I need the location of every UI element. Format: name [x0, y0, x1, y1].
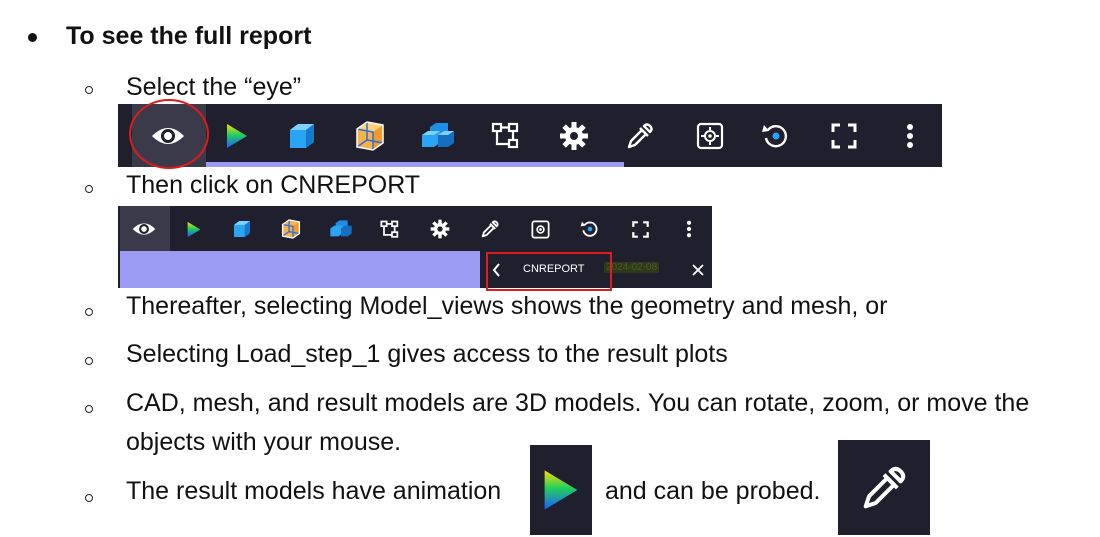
play-tile: [530, 445, 592, 535]
cube-wireframe-icon[interactable]: [278, 216, 304, 242]
instruction-model-views: Thereafter, selecting Model_views shows …: [126, 292, 888, 320]
eye-highlight-circle: [129, 99, 209, 169]
sub-bullet: [85, 405, 93, 413]
cnreport-highlight-box: [486, 252, 612, 291]
play-gradient-icon[interactable]: [184, 218, 204, 240]
tree-icon[interactable]: [378, 217, 402, 241]
instruction-probed: and can be probed.: [605, 477, 821, 505]
section-heading: To see the full report: [66, 22, 312, 50]
more-vert-icon[interactable]: [680, 217, 698, 241]
lavender-panel: [120, 251, 480, 288]
instruction-3d-models: CAD, mesh, and result models are 3D mode…: [126, 389, 1030, 417]
play-gradient-icon: [544, 470, 578, 510]
gear-icon[interactable]: [556, 118, 592, 154]
toolbar-screenshot-menu: CNREPORT 2024-02-08: [118, 206, 712, 288]
eyedropper-icon[interactable]: [478, 217, 502, 241]
instruction-click-cnreport: Then click on CNREPORT: [126, 171, 421, 199]
eyedropper-icon[interactable]: [622, 118, 658, 154]
sub-bullet: [85, 308, 93, 316]
sub-bullet: [85, 494, 93, 502]
cube-wireframe-icon[interactable]: [350, 116, 390, 156]
fit-view-icon[interactable]: [692, 118, 728, 154]
sub-bullet: [85, 185, 93, 193]
gear-icon[interactable]: [428, 217, 452, 241]
eye-icon[interactable]: [130, 218, 158, 240]
sub-bullet: [85, 86, 93, 94]
cube-solid-icon[interactable]: [230, 217, 254, 241]
instruction-animation: The result models have animation: [126, 477, 502, 505]
eyedropper-tile: [838, 440, 930, 535]
tree-icon[interactable]: [488, 120, 524, 152]
cube-solid-icon[interactable]: [284, 118, 320, 154]
more-vert-icon[interactable]: [896, 118, 924, 154]
instruction-load-step: Selecting Load_step_1 gives access to th…: [126, 340, 728, 368]
fullscreen-icon[interactable]: [826, 118, 862, 154]
reset-rotate-icon[interactable]: [758, 118, 794, 154]
instruction-3d-models-cont: objects with your mouse.: [126, 428, 402, 456]
cubes-stack-icon[interactable]: [418, 116, 458, 156]
fullscreen-icon[interactable]: [628, 217, 652, 241]
sub-bullet: [85, 357, 93, 365]
fit-view-icon[interactable]: [528, 217, 552, 241]
menu-date: 2024-02-08: [604, 262, 660, 273]
play-gradient-icon[interactable]: [222, 120, 252, 152]
toolbar-screenshot-large: [118, 104, 942, 167]
instruction-select-eye: Select the “eye”: [126, 73, 302, 101]
eyedropper-icon: [863, 466, 906, 508]
close-icon[interactable]: [690, 261, 706, 279]
reset-rotate-icon[interactable]: [578, 217, 602, 241]
main-bullet: [28, 33, 37, 42]
cubes-stack-icon[interactable]: [328, 217, 354, 241]
